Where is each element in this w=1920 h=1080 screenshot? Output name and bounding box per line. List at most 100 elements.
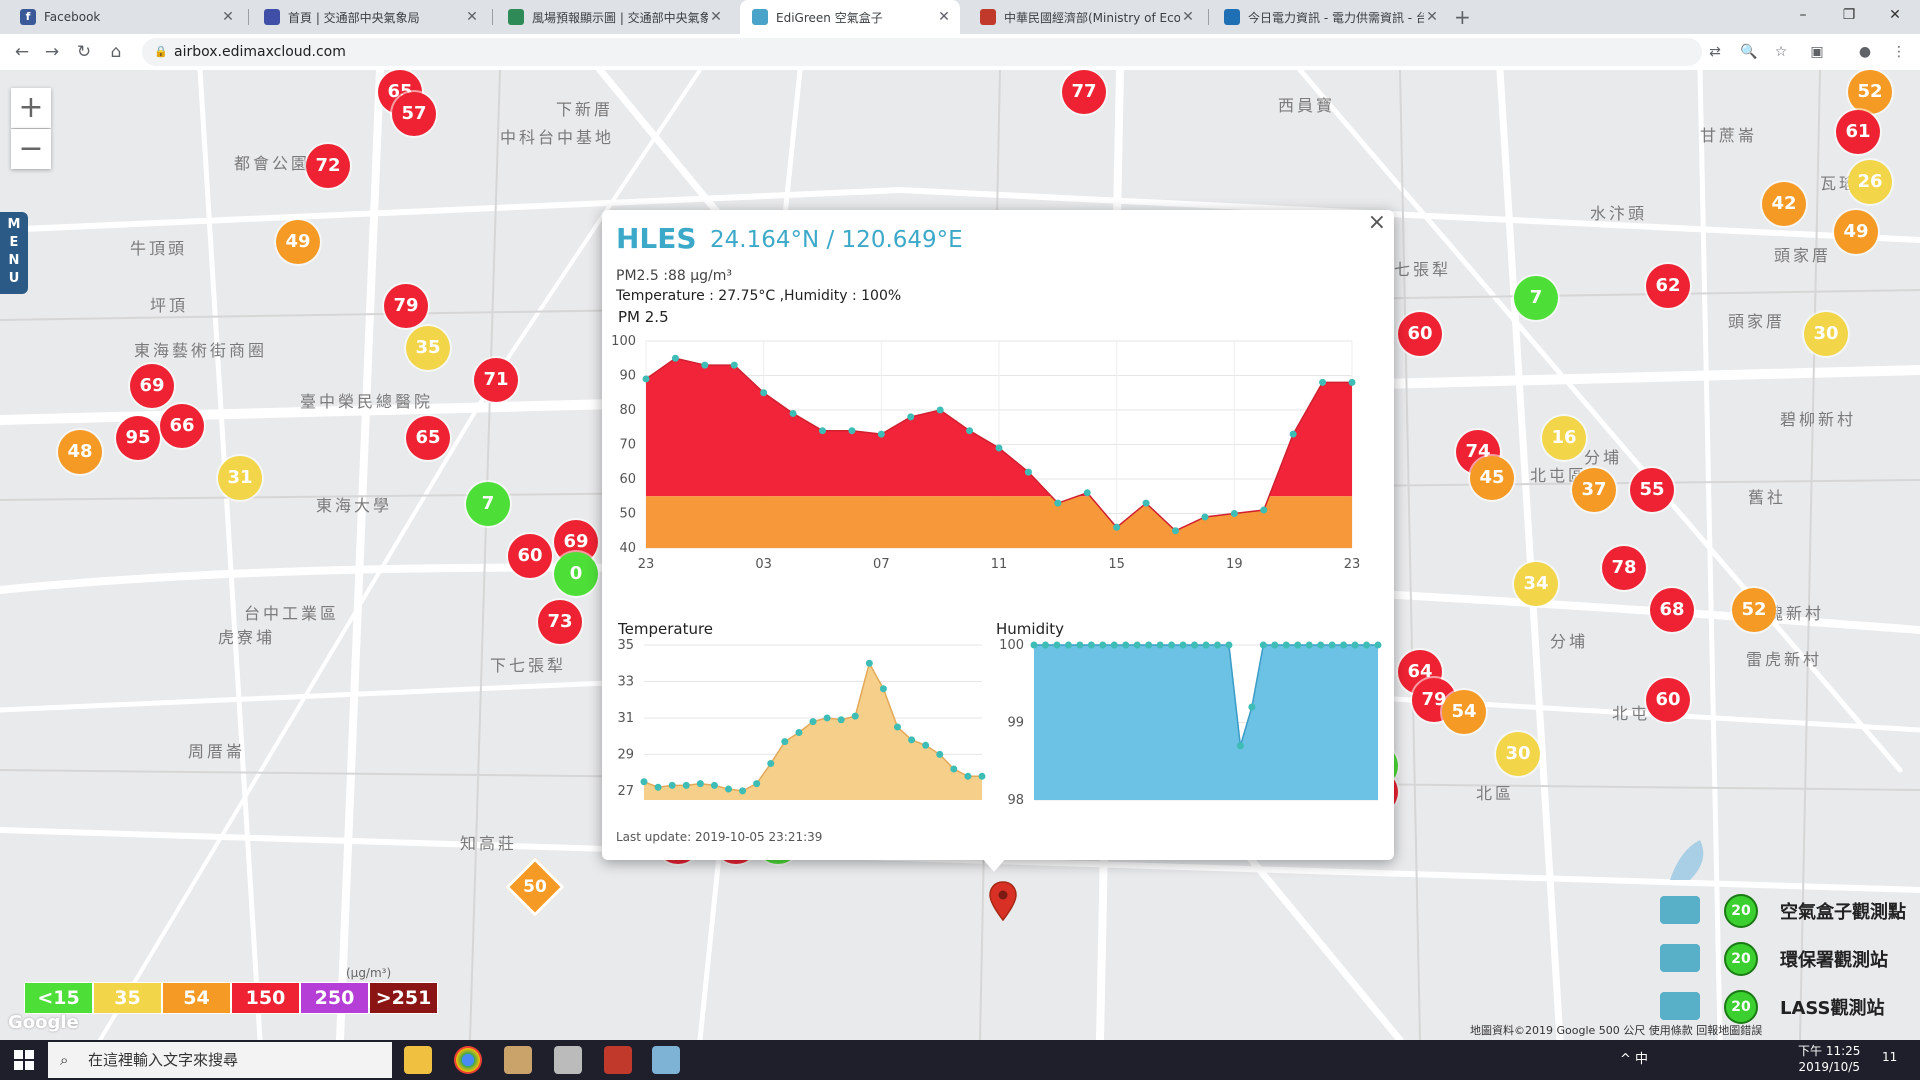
browser-tab[interactable]: 今日電力資訊 - 電力供需資訊 - 台灣電力公司✕ xyxy=(1212,0,1448,34)
airbox-marker[interactable]: 79 xyxy=(384,284,428,328)
airbox-marker[interactable]: 16 xyxy=(1542,416,1586,460)
data-point xyxy=(654,783,662,791)
airbox-marker[interactable]: 0 xyxy=(554,552,598,596)
air-quality-map[interactable]: 下新厝 中科台中基地 西員寶 甘蔗崙 都會公園 牛頂頭 坪頂 東海藝術街商圈 臺中榮民總醫院 東海… xyxy=(0,70,1920,1040)
close-tab-icon[interactable]: ✕ xyxy=(464,9,480,25)
airbox-marker[interactable]: 77 xyxy=(1062,70,1106,114)
airbox-marker[interactable]: 68 xyxy=(1650,588,1694,632)
restore-button[interactable]: ❐ xyxy=(1826,0,1872,30)
airbox-marker[interactable]: 34 xyxy=(1514,562,1558,606)
pm-color-legend: <15 35 54 150 250 >251 xyxy=(24,982,438,1014)
airbox-marker[interactable]: 65 xyxy=(406,416,450,460)
browser-tab[interactable]: 風場預報顯示圖 | 交通部中央氣象局 ✕ xyxy=(496,0,732,34)
legend-unit: (μg/m³) xyxy=(346,966,392,980)
airbox-marker[interactable]: 60 xyxy=(508,534,552,578)
more-menu-icon[interactable]: ⋮ xyxy=(1890,43,1908,61)
menu-tab[interactable]: M E N U xyxy=(0,212,28,294)
airbox-marker[interactable]: 42 xyxy=(1762,182,1806,226)
translate-icon[interactable]: ⇄ xyxy=(1706,43,1724,61)
airbox-marker[interactable]: 35 xyxy=(406,326,450,370)
airbox-marker[interactable]: 26 xyxy=(1848,160,1892,204)
airbox-marker[interactable]: 30 xyxy=(1804,312,1848,356)
airbox-marker[interactable]: 54 xyxy=(1442,690,1486,734)
browser-tab[interactable]: 首頁 | 交通部中央氣象局 ✕ xyxy=(252,0,488,34)
airbox-marker[interactable]: 52 xyxy=(1848,70,1892,114)
place-label: 雷虎新村 xyxy=(1746,650,1823,669)
airbox-marker[interactable]: 66 xyxy=(160,404,204,448)
data-point xyxy=(907,413,915,421)
airbox-marker[interactable]: 7 xyxy=(1514,276,1558,320)
system-tray[interactable]: ^ 中 xyxy=(1620,1040,1648,1080)
airbox-marker[interactable]: 78 xyxy=(1602,546,1646,590)
airbox-marker[interactable]: 73 xyxy=(538,600,582,644)
airbox-marker[interactable]: 72 xyxy=(306,144,350,188)
close-tab-icon[interactable]: ✕ xyxy=(1180,9,1196,25)
place-label: 碧柳新村 xyxy=(1780,410,1857,429)
system-clock[interactable]: 下午 11:25 2019/10/5 xyxy=(1798,1043,1860,1075)
app-icon[interactable] xyxy=(504,1046,532,1074)
airbox-marker[interactable]: 71 xyxy=(474,358,518,402)
bookmark-star-icon[interactable]: ☆ xyxy=(1772,43,1790,61)
place-label: 都會公園 xyxy=(234,154,311,173)
back-arrow-icon[interactable]: ← xyxy=(10,40,34,64)
close-popup-button[interactable]: × xyxy=(1368,210,1386,235)
data-point xyxy=(908,736,916,744)
close-tab-icon[interactable]: ✕ xyxy=(1424,9,1440,25)
close-window-button[interactable]: ✕ xyxy=(1872,0,1918,30)
close-tab-icon[interactable]: ✕ xyxy=(708,9,724,25)
airbox-marker[interactable]: 49 xyxy=(276,220,320,264)
file-explorer-icon[interactable] xyxy=(404,1046,432,1074)
notification-icon[interactable]: 11 xyxy=(1882,1050,1897,1064)
windows-start-icon[interactable] xyxy=(14,1050,34,1070)
airbox-marker[interactable]: 95 xyxy=(116,416,160,460)
profile-icon[interactable]: ● xyxy=(1856,43,1874,61)
browser-tab[interactable]: 中華民國經濟部(Ministry of Economic Affairs)✕ xyxy=(968,0,1204,34)
x-tick-label: 11 xyxy=(991,557,1008,572)
minimize-button[interactable]: – xyxy=(1780,0,1826,30)
taskbar-search-box[interactable]: ⌕ 在這裡輸入文字來搜尋 xyxy=(48,1042,392,1078)
airbox-marker[interactable]: 7 xyxy=(466,482,510,526)
data-point xyxy=(730,361,738,369)
app-icon[interactable] xyxy=(554,1046,582,1074)
new-tab-button[interactable]: + xyxy=(1454,0,1471,34)
airbox-marker[interactable]: 49 xyxy=(1834,210,1878,254)
browser-tab[interactable]: f Facebook ✕ xyxy=(8,0,244,34)
data-point xyxy=(809,718,817,726)
airbox-marker[interactable]: 52 xyxy=(1732,588,1776,632)
airbox-marker[interactable]: 48 xyxy=(58,430,102,474)
close-tab-icon[interactable]: ✕ xyxy=(220,9,236,25)
address-bar[interactable]: 🔒 airbox.edimaxcloud.com xyxy=(142,38,1702,66)
app-icon[interactable] xyxy=(604,1046,632,1074)
zoom-out-button[interactable]: − xyxy=(11,129,51,169)
data-point xyxy=(978,772,986,780)
facebook-icon: f xyxy=(20,9,36,25)
data-point xyxy=(1259,641,1267,649)
location-pin-icon xyxy=(989,881,1017,922)
app-icon[interactable] xyxy=(652,1046,680,1074)
forward-arrow-icon[interactable]: → xyxy=(40,40,64,64)
airbox-marker[interactable]: 61 xyxy=(1836,110,1880,154)
airbox-marker[interactable]: 45 xyxy=(1470,456,1514,500)
data-point xyxy=(1064,641,1072,649)
airbox-marker[interactable]: 37 xyxy=(1572,468,1616,512)
zoom-icon[interactable]: 🔍 xyxy=(1740,43,1758,61)
reload-icon[interactable]: ↻ xyxy=(72,40,96,64)
airbox-marker[interactable]: 60 xyxy=(1646,678,1690,722)
airbox-marker[interactable]: 30 xyxy=(1496,732,1540,776)
zoom-in-button[interactable]: + xyxy=(11,88,51,128)
chrome-icon[interactable] xyxy=(454,1046,482,1074)
data-point xyxy=(837,716,845,724)
airbox-marker[interactable]: 57 xyxy=(392,92,436,136)
data-point xyxy=(1041,641,1049,649)
close-tab-icon[interactable]: ✕ xyxy=(936,9,952,25)
airbox-marker[interactable]: 31 xyxy=(218,456,262,500)
airbox-marker[interactable]: 62 xyxy=(1646,264,1690,308)
data-point xyxy=(642,375,650,383)
airbox-marker[interactable]: 60 xyxy=(1398,312,1442,356)
airbox-marker[interactable]: 55 xyxy=(1630,468,1674,512)
home-icon[interactable]: ⌂ xyxy=(104,40,128,64)
extension-icon[interactable]: ▣ xyxy=(1808,43,1826,61)
airbox-marker[interactable]: 69 xyxy=(130,364,174,408)
browser-tab[interactable]: EdiGreen 空氣盒子 ✕ xyxy=(740,0,960,34)
data-point xyxy=(1156,641,1164,649)
